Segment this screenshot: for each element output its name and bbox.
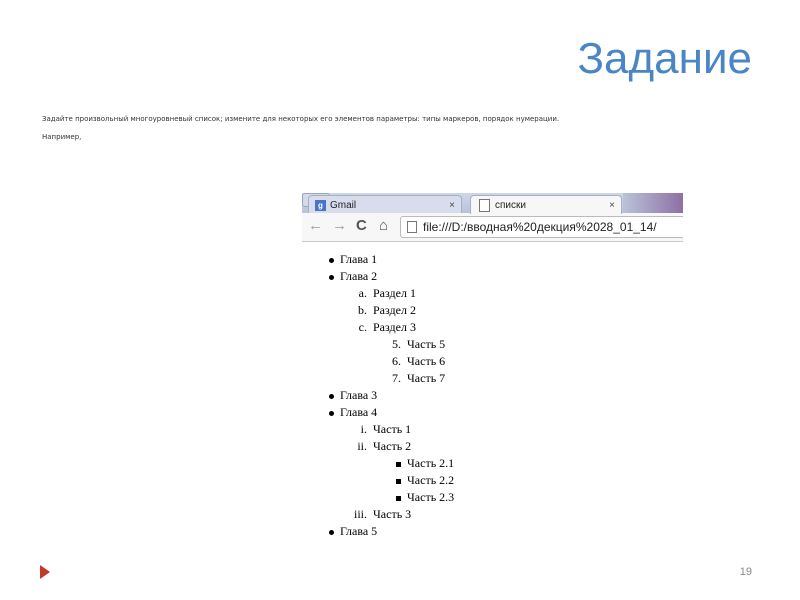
list-item-label: Часть 6	[407, 354, 446, 368]
list-item: Глава 1	[329, 251, 378, 267]
list-item: Часть 2.2	[396, 472, 455, 488]
list-item-label: Раздел 3	[373, 320, 416, 334]
list-item: 6. Часть 6	[392, 353, 446, 369]
home-icon[interactable]: ⌂	[379, 217, 388, 234]
list-item: ii. Часть 2	[357, 438, 412, 454]
list-item: c. Раздел 3	[359, 319, 416, 335]
list-marker: i.	[360, 422, 367, 436]
gmail-favicon-icon: g	[315, 199, 326, 211]
bullet-icon	[329, 529, 334, 535]
list-item: b. Раздел 2	[358, 302, 416, 318]
tab-lists[interactable]: списки ×	[470, 195, 622, 214]
list-marker: 7.	[392, 371, 401, 385]
list-item: a. Раздел 1	[359, 285, 416, 301]
bullet-icon	[329, 257, 334, 263]
bullet-icon	[329, 274, 334, 280]
list-item: Глава 5	[329, 523, 378, 539]
list-item-label: Часть 2.2	[407, 473, 455, 487]
next-slide-arrow-icon[interactable]	[40, 565, 50, 579]
forward-icon[interactable]: →	[332, 217, 347, 234]
list-item: Часть 2.3	[396, 489, 455, 505]
back-icon[interactable]: ←	[308, 217, 323, 234]
list-item: iii. Часть 3	[354, 506, 412, 522]
address-bar[interactable]: file:///D:/вводная%20декция%2028_01_14/	[400, 216, 683, 238]
list-item-label: Часть 1	[373, 422, 412, 436]
list-item: 7. Часть 7	[392, 370, 446, 386]
list-marker: iii.	[353, 507, 367, 521]
list-marker: b.	[358, 303, 367, 317]
square-bullet-icon	[396, 478, 401, 484]
list-item: Глава 3	[329, 387, 378, 403]
page-icon	[407, 221, 417, 233]
tab-label: Gmail	[330, 199, 357, 211]
list-marker: ii.	[357, 439, 367, 453]
list-item-label: Часть 7	[407, 371, 446, 385]
square-bullet-icon	[396, 495, 401, 501]
square-bullet-icon	[396, 461, 401, 467]
list-marker: a.	[358, 286, 367, 300]
page-icon	[479, 198, 490, 212]
list-item-label: Раздел 2	[373, 303, 416, 317]
list-item: 5. Часть 5	[392, 336, 446, 352]
list-item-label: Глава 5	[340, 524, 378, 538]
list-item-label: Часть 2.1	[407, 456, 455, 470]
close-icon[interactable]: ×	[609, 200, 615, 211]
browser-toolbar: ← → C ⌂ file:///D:/вводная%20декция%2028…	[302, 213, 683, 242]
list-item-label: Глава 1	[340, 252, 378, 266]
bullet-icon	[329, 393, 334, 399]
list-item-label: Раздел 1	[373, 286, 416, 300]
list-marker: 5.	[392, 337, 401, 351]
list-item-label: Часть 5	[407, 337, 446, 351]
list-item: i. Часть 1	[361, 421, 412, 437]
list-marker: c.	[358, 320, 367, 334]
list-item-label: Часть 2.3	[407, 490, 455, 504]
list-item: Глава 4	[329, 404, 378, 420]
list-item-label: Глава 3	[340, 388, 378, 402]
bullet-icon	[329, 410, 334, 416]
list-item: Глава 2	[329, 268, 378, 284]
slide-number: 19	[739, 566, 752, 578]
slide-title: Задание	[577, 34, 752, 83]
tab-gmail[interactable]: g Gmail ×	[308, 195, 462, 214]
url-text: file:///D:/вводная%20декция%2028_01_14/	[423, 220, 657, 234]
list-item-label: Часть 3	[373, 507, 412, 521]
example-text: Например,	[42, 133, 82, 141]
tab-label: списки	[495, 199, 526, 211]
tab-bar: g Gmail × списки ×	[302, 193, 683, 214]
browser-screenshot: g Gmail × списки × ← → C ⌂ file:///D:/вв…	[302, 193, 683, 543]
list-item-label: Глава 4	[340, 405, 378, 419]
list-marker: 6.	[392, 354, 401, 368]
instruction-text: Задайте произвольный многоуровневый спис…	[42, 115, 560, 123]
close-icon[interactable]: ×	[449, 200, 455, 211]
list-item-label: Часть 2	[373, 439, 412, 453]
list-item: Часть 2.1	[396, 455, 455, 471]
reload-icon[interactable]: C	[356, 217, 367, 234]
list-item-label: Глава 2	[340, 269, 378, 283]
